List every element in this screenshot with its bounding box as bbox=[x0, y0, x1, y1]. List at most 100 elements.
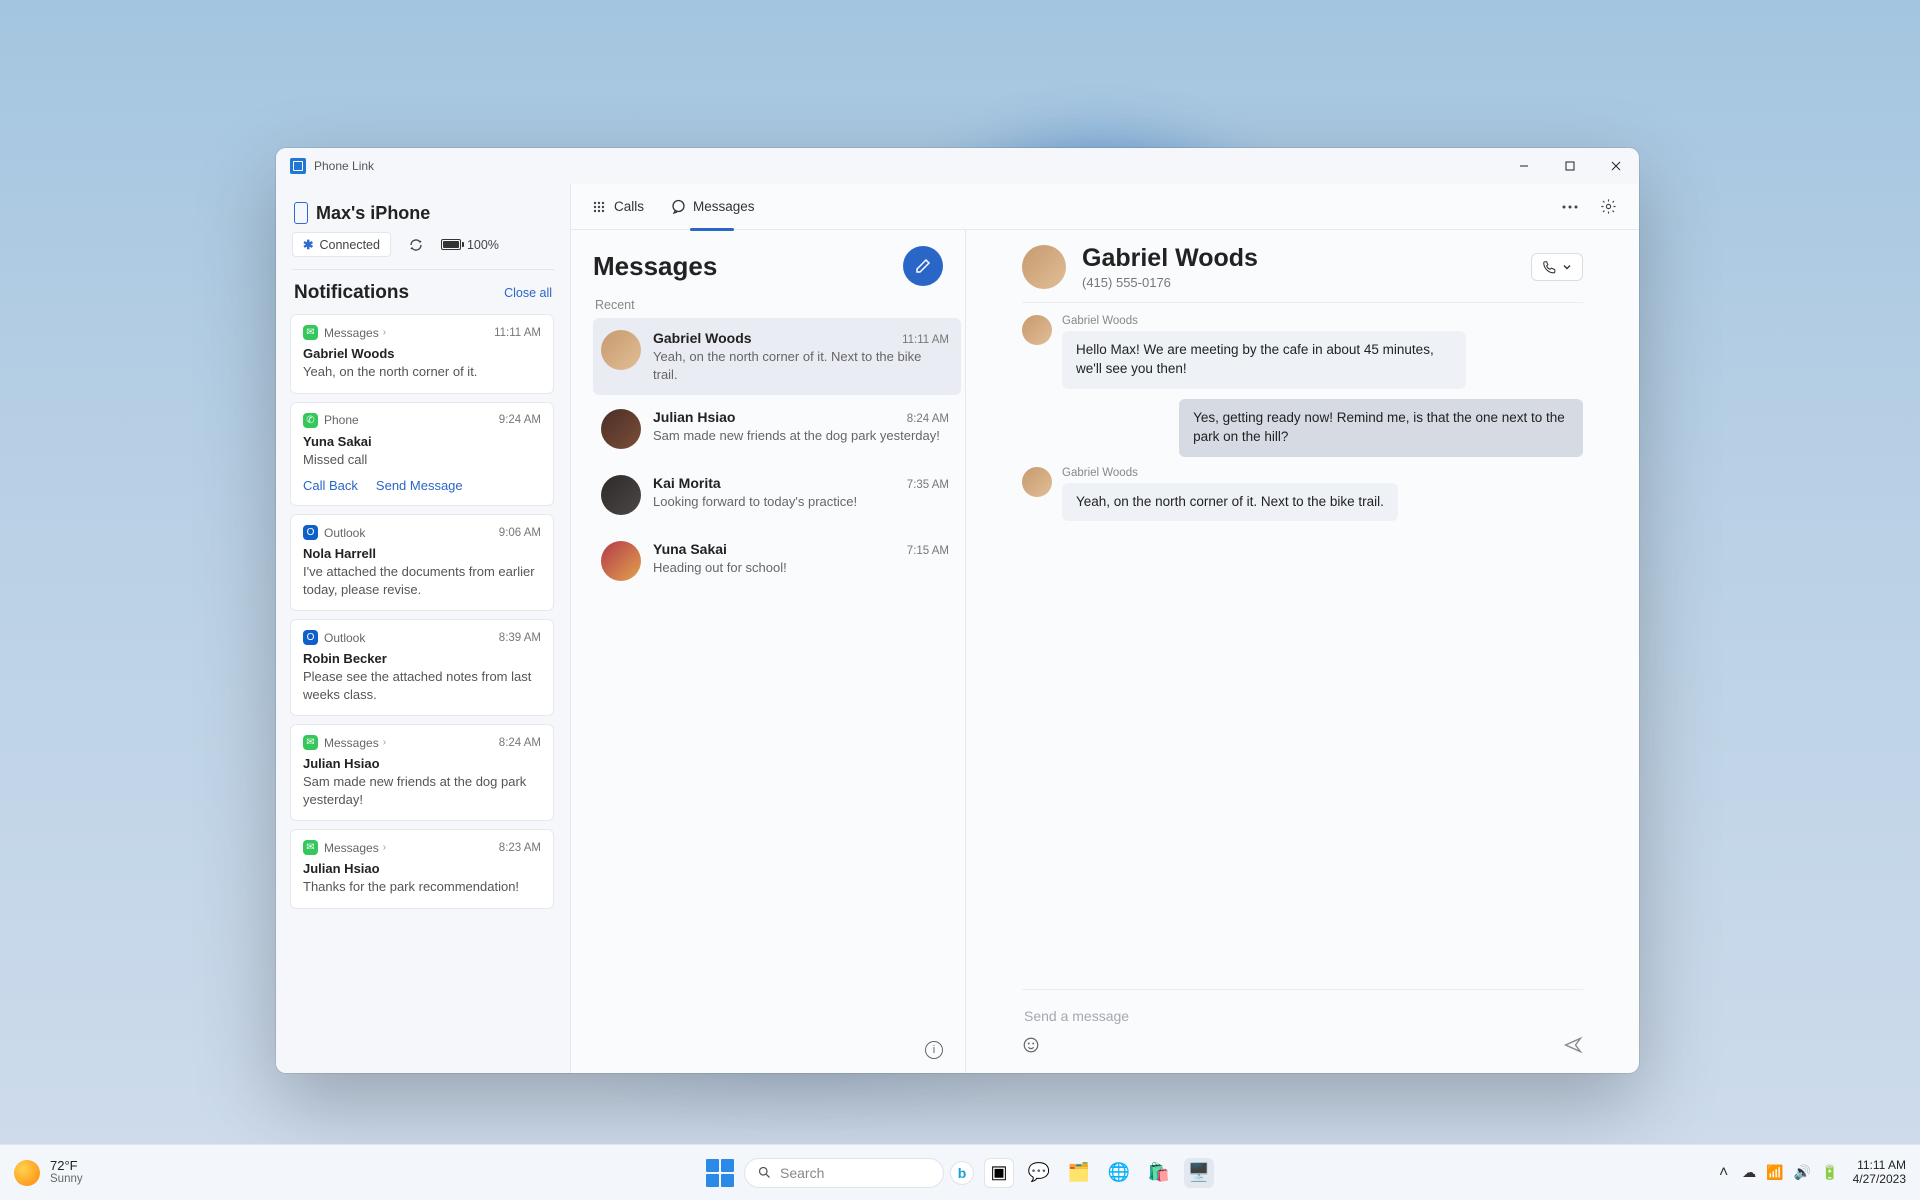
phonelink-taskbar-icon[interactable]: 🖥️ bbox=[1184, 1158, 1214, 1188]
notification-card[interactable]: O Outlook 8:39 AM Robin Becker Please se… bbox=[290, 619, 554, 716]
wifi-icon[interactable]: 📶 bbox=[1766, 1164, 1783, 1181]
message-bubble: Yes, getting ready now! Remind me, is th… bbox=[1179, 399, 1583, 457]
battery-tray-icon[interactable]: 🔋 bbox=[1821, 1164, 1838, 1181]
emoji-button[interactable] bbox=[1022, 1036, 1040, 1059]
received-message: Gabriel Woods Yeah, on the north corner … bbox=[1022, 467, 1583, 522]
tray-date[interactable]: 4/27/2023 bbox=[1853, 1173, 1906, 1187]
notification-title: Gabriel Woods bbox=[303, 346, 541, 361]
messages-pane: Messages Recent Gabriel Woods 11:11 AM Y… bbox=[571, 230, 966, 1073]
thread-item[interactable]: Kai Morita 7:35 AM Looking forward to to… bbox=[593, 463, 961, 527]
weather-widget[interactable]: 72°F Sunny bbox=[14, 1159, 83, 1186]
messages-title: Messages bbox=[593, 251, 717, 282]
connection-label: Connected bbox=[319, 238, 379, 252]
send-button[interactable] bbox=[1563, 1036, 1583, 1059]
tray-chevron-icon[interactable]: ˄ bbox=[1719, 1164, 1728, 1182]
avatar bbox=[601, 475, 641, 515]
refresh-button[interactable] bbox=[405, 234, 427, 256]
chat-body[interactable]: Gabriel Woods Hello Max! We are meeting … bbox=[1022, 303, 1583, 989]
compose-area bbox=[1022, 989, 1583, 1059]
phone-link-window: Phone Link Max's iPhone ✱ Connected bbox=[276, 148, 1639, 1073]
thread-time: 7:35 AM bbox=[907, 479, 949, 491]
battery-label: 100% bbox=[467, 238, 499, 252]
notification-card[interactable]: O Outlook 9:06 AM Nola Harrell I've atta… bbox=[290, 514, 554, 611]
notification-card[interactable]: ✉ Messages › 8:23 AM Julian Hsiao Thanks… bbox=[290, 829, 554, 909]
message-bubble: Yeah, on the north corner of it. Next to… bbox=[1062, 483, 1398, 522]
notification-card[interactable]: ✆ Phone 9:24 AM Yuna Sakai Missed call C… bbox=[290, 402, 554, 507]
message-sender: Gabriel Woods bbox=[1062, 467, 1398, 479]
taskview-icon[interactable]: ▣ bbox=[984, 1158, 1014, 1188]
notification-app: Outlook bbox=[324, 631, 365, 645]
tab-calls[interactable]: Calls bbox=[589, 193, 646, 221]
volume-icon[interactable]: 🔊 bbox=[1794, 1164, 1811, 1181]
tab-calls-label: Calls bbox=[614, 199, 644, 214]
notification-app: Outlook bbox=[324, 526, 365, 540]
messages-icon: ✉ bbox=[303, 735, 318, 750]
thread-name: Kai Morita bbox=[653, 475, 721, 491]
thread-time: 7:15 AM bbox=[907, 545, 949, 557]
settings-button[interactable] bbox=[1595, 194, 1621, 220]
outlook-icon: O bbox=[303, 525, 318, 540]
explorer-icon[interactable]: 🗂️ bbox=[1064, 1158, 1094, 1188]
info-button[interactable]: i bbox=[925, 1041, 943, 1059]
maximize-button[interactable] bbox=[1547, 151, 1593, 181]
notification-title: Julian Hsiao bbox=[303, 861, 541, 876]
system-tray[interactable]: ˄ ☁ 📶 🔊 🔋 11:11 AM 4/27/2023 bbox=[1719, 1159, 1906, 1187]
sent-message: Yes, getting ready now! Remind me, is th… bbox=[1022, 399, 1583, 457]
thread-item[interactable]: Yuna Sakai 7:15 AM Heading out for schoo… bbox=[593, 529, 961, 593]
device-row[interactable]: Max's iPhone bbox=[294, 202, 552, 224]
chat-avatar[interactable] bbox=[1022, 245, 1066, 289]
notification-card[interactable]: ✉ Messages › 8:24 AM Julian Hsiao Sam ma… bbox=[290, 724, 554, 821]
notification-app: Messages bbox=[324, 326, 379, 340]
call-dropdown[interactable] bbox=[1531, 253, 1583, 281]
notification-action[interactable]: Send Message bbox=[376, 478, 463, 493]
tab-messages[interactable]: Messages bbox=[668, 193, 757, 221]
notification-title: Julian Hsiao bbox=[303, 756, 541, 771]
search-placeholder: Search bbox=[780, 1165, 824, 1181]
thread-preview: Looking forward to today's practice! bbox=[653, 493, 949, 511]
notification-action[interactable]: Call Back bbox=[303, 478, 358, 493]
battery-icon bbox=[441, 239, 461, 250]
search-icon bbox=[757, 1165, 772, 1180]
titlebar[interactable]: Phone Link bbox=[276, 148, 1639, 184]
message-sender: Gabriel Woods bbox=[1062, 315, 1466, 327]
received-message: Gabriel Woods Hello Max! We are meeting … bbox=[1022, 315, 1583, 389]
device-name: Max's iPhone bbox=[316, 203, 430, 224]
message-bubble: Hello Max! We are meeting by the cafe in… bbox=[1062, 331, 1466, 389]
notifications-list[interactable]: ✉ Messages › 11:11 AM Gabriel Woods Yeah… bbox=[290, 314, 556, 1073]
connection-status[interactable]: ✱ Connected bbox=[292, 232, 391, 257]
close-button[interactable] bbox=[1593, 151, 1639, 181]
notification-app: Messages bbox=[324, 841, 379, 855]
more-button[interactable] bbox=[1557, 194, 1583, 220]
threads-list: Gabriel Woods 11:11 AM Yeah, on the nort… bbox=[593, 318, 961, 593]
notification-body: Thanks for the park recommendation! bbox=[303, 878, 541, 896]
edge-icon[interactable]: 🌐 bbox=[1104, 1158, 1134, 1188]
notification-body: Please see the attached notes from last … bbox=[303, 668, 541, 703]
taskbar-search[interactable]: Search bbox=[744, 1158, 944, 1188]
notification-body: I've attached the documents from earlier… bbox=[303, 563, 541, 598]
chat-app-icon[interactable]: 💬 bbox=[1024, 1158, 1054, 1188]
chevron-right-icon: › bbox=[383, 842, 386, 853]
phone-icon bbox=[294, 202, 308, 224]
tray-time[interactable]: 11:11 AM bbox=[1857, 1159, 1906, 1173]
notifications-title: Notifications bbox=[294, 282, 409, 304]
messages-icon: ✉ bbox=[303, 325, 318, 340]
bing-button[interactable]: b bbox=[950, 1161, 974, 1185]
notification-app: Phone bbox=[324, 413, 359, 427]
close-all-button[interactable]: Close all bbox=[504, 286, 552, 300]
chevron-down-icon bbox=[1562, 262, 1572, 272]
notification-time: 8:24 AM bbox=[499, 737, 541, 749]
thread-time: 8:24 AM bbox=[907, 413, 949, 425]
notification-time: 11:11 AM bbox=[494, 327, 541, 339]
notification-time: 9:24 AM bbox=[499, 414, 541, 426]
thread-item[interactable]: Julian Hsiao 8:24 AM Sam made new friend… bbox=[593, 397, 961, 461]
app-icon bbox=[290, 158, 306, 174]
thread-item[interactable]: Gabriel Woods 11:11 AM Yeah, on the nort… bbox=[593, 318, 961, 395]
store-icon[interactable]: 🛍️ bbox=[1144, 1158, 1174, 1188]
start-button[interactable] bbox=[706, 1159, 734, 1187]
notification-card[interactable]: ✉ Messages › 11:11 AM Gabriel Woods Yeah… bbox=[290, 314, 554, 394]
onedrive-icon[interactable]: ☁ bbox=[1742, 1164, 1756, 1181]
message-input[interactable] bbox=[1022, 1000, 1583, 1032]
avatar bbox=[601, 330, 641, 370]
compose-button[interactable] bbox=[903, 246, 943, 286]
minimize-button[interactable] bbox=[1501, 151, 1547, 181]
